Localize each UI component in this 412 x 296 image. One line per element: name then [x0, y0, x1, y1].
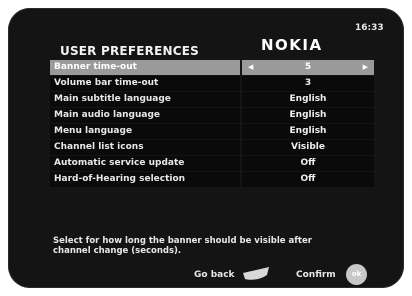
help-line-1: Select for how long the banner should be… — [53, 236, 312, 246]
menu-row-label: Menu language — [50, 124, 240, 139]
menu-row-value[interactable]: English — [242, 124, 374, 139]
menu-row-label: Automatic service update — [50, 156, 240, 171]
menu-row-banner-timeout[interactable]: Banner time-out ◀ 5 ▶ — [50, 60, 374, 75]
help-line-2: channel change (seconds). — [53, 246, 182, 256]
menu-row-value[interactable]: Off — [242, 172, 374, 187]
arrow-left-icon[interactable]: ◀ — [248, 60, 253, 75]
menu-row-volume-bar-timeout[interactable]: Volume bar time-out 3 — [50, 76, 374, 91]
brand-logo: NOKIA — [261, 36, 323, 54]
menu-row-hard-of-hearing-selection[interactable]: Hard-of-Hearing selection Off — [50, 172, 374, 187]
menu-row-label: Main audio language — [50, 108, 240, 123]
go-back-label: Go back — [194, 270, 235, 280]
menu-row-value[interactable]: 3 — [242, 76, 374, 91]
menu-row-menu-language[interactable]: Menu language English — [50, 124, 374, 139]
clock: 16:33 — [355, 23, 384, 33]
arrow-right-icon[interactable]: ▶ — [363, 60, 368, 75]
menu-row-label: Hard-of-Hearing selection — [50, 172, 240, 187]
menu-row-automatic-service-update[interactable]: Automatic service update Off — [50, 156, 374, 171]
menu-row-label: Main subtitle language — [50, 92, 240, 107]
confirm-label: Confirm — [296, 270, 336, 280]
menu-row-channel-list-icons[interactable]: Channel list icons Visible — [50, 140, 374, 155]
menu-row-value[interactable]: English — [242, 108, 374, 123]
menu-row-label: Channel list icons — [50, 140, 240, 155]
page-title: USER PREFERENCES — [60, 44, 199, 58]
help-text: Select for how long the banner should be… — [53, 236, 353, 256]
menu-row-label: Volume bar time-out — [50, 76, 240, 91]
menu-row-value[interactable]: ◀ 5 ▶ — [242, 60, 374, 75]
back-key-icon[interactable] — [241, 266, 271, 282]
menu-row-main-audio-language[interactable]: Main audio language English — [50, 108, 374, 123]
menu-row-main-subtitle-language[interactable]: Main subtitle language English — [50, 92, 374, 107]
ok-button[interactable]: ok — [346, 264, 367, 285]
menu-row-value[interactable]: English — [242, 92, 374, 107]
menu-row-label: Banner time-out — [50, 60, 240, 75]
menu-row-value[interactable]: Visible — [242, 140, 374, 155]
preferences-menu: Banner time-out ◀ 5 ▶ Volume bar time-ou… — [50, 60, 374, 188]
menu-row-value[interactable]: Off — [242, 156, 374, 171]
